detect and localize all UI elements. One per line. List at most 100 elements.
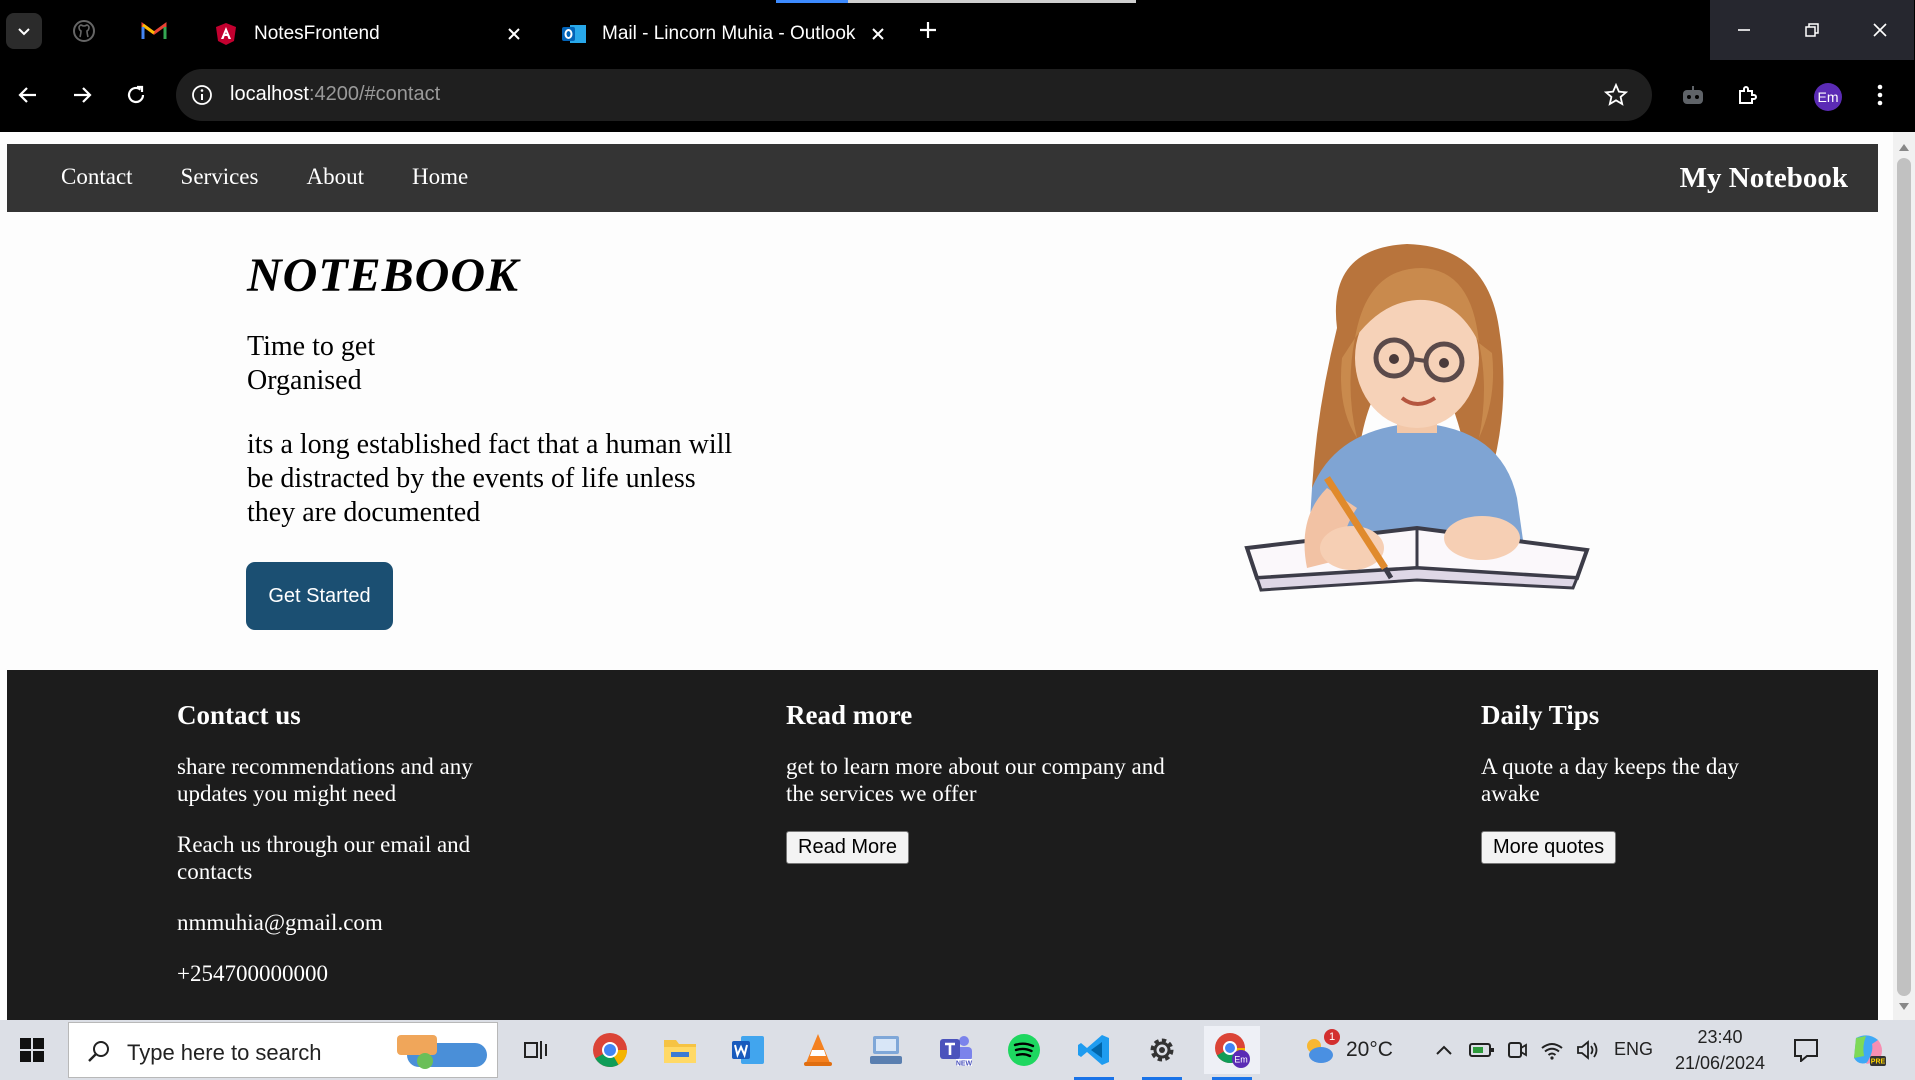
taskbar-vlc[interactable] (790, 1026, 846, 1074)
scroll-up-arrow-icon[interactable] (1893, 136, 1915, 158)
close-icon (1873, 23, 1887, 37)
plus-icon (920, 22, 936, 38)
ai-assistant-button[interactable] (1675, 77, 1711, 113)
page-viewport: Contact Services About Home My Notebook … (0, 130, 1915, 1020)
new-tab-button[interactable] (912, 14, 944, 46)
vscode-icon (1078, 1035, 1109, 1065)
url-host: localhost (230, 83, 309, 105)
puzzle-icon (1739, 86, 1757, 104)
github-icon (73, 20, 95, 42)
nav-link-services[interactable]: Services (181, 164, 259, 190)
tab-loading-indicator (776, 0, 848, 3)
input-language[interactable]: ENG (1614, 1039, 1653, 1060)
address-bar[interactable]: localhost:4200/#contact (176, 69, 1652, 121)
meet-now-tray[interactable] (1500, 1034, 1532, 1066)
footer-contact-heading: Contact us (177, 700, 301, 730)
tab-outlook-mail[interactable]: Mail - Lincorn Muhia - Outlook (548, 8, 902, 60)
battery-icon (1469, 1043, 1494, 1057)
word-icon (732, 1036, 764, 1064)
tab-loading-track (848, 0, 1136, 3)
profile-avatar[interactable]: Em (1814, 83, 1842, 111)
settings-icon (1150, 1038, 1174, 1062)
reload-icon (127, 85, 145, 104)
footer-contact-text: share recommendations and any updates yo… (177, 754, 473, 806)
arrow-left-icon (18, 87, 36, 103)
browser-menu-button[interactable] (1862, 77, 1898, 113)
taskbar-spotify[interactable] (996, 1026, 1052, 1074)
task-view-button[interactable] (508, 1026, 564, 1074)
copilot-icon[interactable]: PRE (1848, 1030, 1888, 1070)
scroll-down-arrow-icon[interactable] (1893, 996, 1915, 1018)
close-window-button[interactable] (1846, 0, 1914, 60)
extensions-button[interactable] (1730, 77, 1766, 113)
hero-section: NOTEBOOK Time to get Organised its a lon… (7, 212, 1878, 670)
footer-daily-tips-column: Daily Tips A quote a day keeps the day a… (1481, 700, 1751, 864)
taskbar-chrome-profile[interactable]: Em (1204, 1026, 1260, 1080)
hero-lead-text: its a long established fact that a human… (247, 429, 733, 528)
footer-contact-phone[interactable]: +254700000000 (177, 960, 477, 987)
close-tab-icon[interactable] (864, 20, 892, 48)
taskbar-clock[interactable]: 23:40 21/06/2024 (1672, 1024, 1768, 1076)
get-started-button[interactable]: Get Started (246, 562, 393, 630)
nav-link-about[interactable]: About (306, 164, 364, 190)
url-path: :4200/#contact (308, 83, 441, 105)
task-view-icon (524, 1041, 547, 1059)
tab-title: Mail - Lincorn Muhia - Outlook (602, 23, 856, 44)
back-button[interactable] (10, 77, 46, 113)
taskbar-vscode[interactable] (1066, 1026, 1122, 1080)
start-button[interactable] (8, 1030, 56, 1070)
clock-date: 21/06/2024 (1674, 1053, 1766, 1073)
restore-button[interactable] (1778, 0, 1846, 60)
taskbar-settings[interactable] (1134, 1026, 1190, 1080)
footer-contact-reach-text: Reach us through our email and contacts (177, 832, 471, 884)
nav-link-home[interactable]: Home (412, 164, 468, 190)
arrow-right-icon (74, 87, 92, 103)
battery-tray[interactable] (1466, 1034, 1498, 1066)
forward-button[interactable] (64, 77, 100, 113)
svg-text:PRE: PRE (1871, 1059, 1886, 1066)
read-more-button[interactable]: Read More (786, 831, 909, 864)
scrollbar-thumb[interactable] (1897, 158, 1911, 996)
search-highlight-illustration (397, 1035, 487, 1069)
chrome-profile-icon: Em (1215, 1033, 1250, 1068)
bookmark-star-icon[interactable] (1602, 81, 1630, 109)
site-info-icon[interactable] (188, 81, 216, 109)
search-placeholder: Type here to search (127, 1040, 322, 1065)
search-icon (85, 1037, 113, 1065)
nav-link-contact[interactable]: Contact (61, 164, 133, 190)
reload-button[interactable] (118, 77, 154, 113)
footer-contact-column: Contact us share recommendations and any… (177, 700, 477, 1011)
taskbar-file-explorer[interactable] (652, 1026, 708, 1074)
taskbar-search-box[interactable]: Type here to search (68, 1022, 498, 1078)
tab-search-button[interactable] (6, 13, 42, 49)
pinned-tab-gmail[interactable] (136, 14, 172, 48)
outlook-icon (562, 22, 586, 46)
weather-alert-badge: 1 (1324, 1029, 1340, 1045)
minimize-button[interactable] (1710, 0, 1778, 60)
volume-tray[interactable] (1572, 1034, 1604, 1066)
svg-text:Em: Em (1234, 1055, 1248, 1065)
pinned-tab-github[interactable] (66, 14, 102, 48)
weather-widget[interactable]: 1 20°C (1302, 1029, 1393, 1070)
close-tab-icon[interactable] (500, 20, 528, 48)
page-scrollbar[interactable] (1893, 132, 1915, 1020)
notifications-button[interactable] (1790, 1034, 1822, 1066)
weather-temperature: 20°C (1346, 1038, 1393, 1061)
footer-tips-heading: Daily Tips (1481, 700, 1600, 730)
taskbar-chrome[interactable] (582, 1026, 638, 1074)
tab-notesfrontend[interactable]: NotesFrontend (200, 8, 538, 60)
taskbar-teams[interactable]: NEW (928, 1026, 984, 1074)
show-hidden-icons-button[interactable] (1428, 1034, 1460, 1066)
network-app-icon (870, 1036, 902, 1064)
more-quotes-button[interactable]: More quotes (1481, 831, 1617, 864)
footer-contact-email[interactable]: nmmuhia@gmail.com (177, 909, 477, 936)
wifi-tray[interactable] (1536, 1034, 1568, 1066)
kebab-menu-icon (1877, 84, 1883, 106)
nav-links: Contact Services About Home (61, 164, 468, 190)
tab-title: NotesFrontend (254, 23, 380, 44)
clock-time: 23:40 (1697, 1027, 1743, 1047)
taskbar-network-app[interactable] (858, 1026, 914, 1074)
site-brand[interactable]: My Notebook (1680, 162, 1848, 195)
taskbar-word[interactable] (720, 1026, 776, 1074)
windows-taskbar: Type here to search NEW Em 1 20°C ENG 23… (0, 1020, 1915, 1080)
